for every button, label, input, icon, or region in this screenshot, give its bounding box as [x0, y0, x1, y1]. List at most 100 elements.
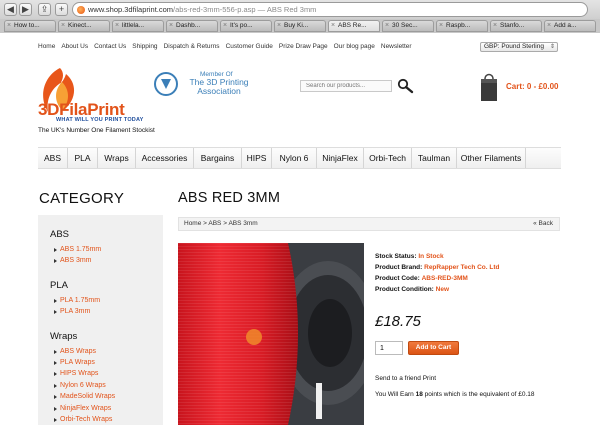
- browser-tab[interactable]: × Buy Ki...: [274, 20, 326, 32]
- sidebar-group-heading[interactable]: PLA: [50, 280, 68, 291]
- browser-tab-label: Buy Ki...: [284, 22, 309, 29]
- sidebar-link[interactable]: ABS 3mm: [54, 257, 92, 264]
- sidebar-group-heading[interactable]: ABS: [50, 229, 69, 240]
- close-tab-icon[interactable]: ×: [493, 21, 497, 31]
- browser-tab-label: It's po...: [230, 22, 253, 29]
- nav-item[interactable]: Nylon 6: [272, 148, 317, 168]
- browser-tab[interactable]: × littlela...: [112, 20, 164, 32]
- nav-item[interactable]: HIPS: [242, 148, 272, 168]
- browser-tab[interactable]: × 30 Sec...: [382, 20, 434, 32]
- browser-tab[interactable]: × Raspb...: [436, 20, 488, 32]
- browser-tab[interactable]: × How to...: [4, 20, 56, 32]
- sidebar-link[interactable]: ABS 1.75mm: [53, 246, 101, 253]
- site-favicon-icon: [77, 6, 85, 14]
- nav-item[interactable]: Other Filaments: [457, 148, 526, 168]
- top-link[interactable]: Customer Guide: [226, 43, 273, 50]
- browser-tab[interactable]: × Stanfo...: [490, 20, 542, 32]
- sidebar-link[interactable]: PLA Wraps: [54, 359, 95, 366]
- nav-item[interactable]: NinjaFlex: [317, 148, 364, 168]
- url-path: /abs-red-3mm-556-p.asp — ABS Red 3mm: [173, 5, 317, 14]
- nav-item[interactable]: Bargains: [194, 148, 242, 168]
- sidebar-group-heading[interactable]: Wraps: [50, 331, 77, 342]
- back-link[interactable]: « Back: [533, 220, 553, 227]
- browser-tab[interactable]: × ABS Re...: [328, 20, 380, 32]
- browser-tab-label: How to...: [14, 22, 40, 29]
- association-name: The 3D Printing Association: [189, 77, 249, 96]
- send-to-friend-link[interactable]: Send to a friend: [375, 375, 421, 382]
- sidebar-link[interactable]: PLA 1.75mm: [53, 297, 100, 304]
- add-to-cart-button[interactable]: Add to Cart: [408, 341, 459, 355]
- sidebar-link[interactable]: HIPS Wraps: [53, 370, 98, 377]
- sidebar-link[interactable]: NinjaFlex Wraps: [53, 405, 111, 412]
- search-icon[interactable]: [396, 78, 414, 94]
- currency-value: GBP: Pound Sterling: [484, 43, 544, 50]
- browser-tab[interactable]: × It's po...: [220, 20, 272, 32]
- main-navigation: ABS PLA Wraps Accessories Bargains HIPS Nylon …: [38, 147, 561, 169]
- search-input[interactable]: [300, 80, 392, 92]
- share-button[interactable]: ⇪: [38, 3, 51, 16]
- product-title: ABS RED 3MM: [178, 190, 281, 206]
- close-tab-icon[interactable]: ×: [439, 21, 443, 31]
- sidebar-link[interactable]: Nylon 6 Wraps: [54, 382, 106, 389]
- nav-item[interactable]: Orbi-Tech: [364, 148, 412, 168]
- close-tab-icon[interactable]: ×: [115, 21, 119, 31]
- close-tab-icon[interactable]: ×: [331, 21, 335, 31]
- nav-item[interactable]: PLA: [68, 148, 98, 168]
- share-links: Send to a friend Print: [375, 375, 436, 382]
- forward-button[interactable]: ▶: [19, 3, 32, 16]
- product-photo[interactable]: [178, 243, 364, 425]
- sidebar-link[interactable]: ABS Wraps: [53, 348, 96, 355]
- nav-item[interactable]: ABS: [38, 148, 68, 168]
- sidebar-link[interactable]: PLA 3mm: [53, 308, 90, 315]
- browser-tab-strip: × How to... × Kinect... × littlela... × Dashb..…: [0, 19, 600, 33]
- site-logo-tagline: WHAT WILL YOU PRINT TODAY: [56, 117, 144, 123]
- breadcrumb[interactable]: Home > ABS > ABS 3mm: [184, 220, 258, 227]
- top-link[interactable]: Prize Draw Page: [279, 43, 328, 50]
- close-tab-icon[interactable]: ×: [61, 21, 65, 31]
- product-brand: Product Brand: RepRapper Tech Co. Ltd: [375, 264, 500, 271]
- close-tab-icon[interactable]: ×: [223, 21, 227, 31]
- browser-tab-label: Dashb...: [176, 22, 201, 29]
- cart-summary[interactable]: Cart: 0 - £0.00: [506, 82, 558, 91]
- close-tab-icon[interactable]: ×: [169, 21, 173, 31]
- close-tab-icon[interactable]: ×: [7, 21, 11, 31]
- site-tagline: The UK's Number One Filament Stockist: [38, 127, 155, 134]
- address-bar[interactable]: www.shop.3dfilaprint.com/abs-red-3mm-556…: [72, 2, 588, 17]
- browser-tab-label: ABS Re...: [338, 22, 367, 29]
- sidebar-link[interactable]: MadeSolid Wraps: [53, 393, 115, 400]
- top-link[interactable]: Contact Us: [94, 43, 126, 50]
- top-link[interactable]: Home: [38, 43, 55, 50]
- browser-tab[interactable]: × Dashb...: [166, 20, 218, 32]
- back-button[interactable]: ◀: [4, 3, 17, 16]
- browser-tab[interactable]: × Kinect...: [58, 20, 110, 32]
- close-tab-icon[interactable]: ×: [277, 21, 281, 31]
- top-link[interactable]: Our blog page: [334, 43, 375, 50]
- browser-tab[interactable]: × Add a...: [544, 20, 596, 32]
- top-link[interactable]: About Us: [61, 43, 88, 50]
- top-link[interactable]: Shipping: [132, 43, 157, 50]
- sidebar-link[interactable]: Orbi-Tech Wraps: [53, 416, 112, 423]
- shopping-bag-icon[interactable]: [478, 71, 500, 103]
- quantity-input[interactable]: [375, 341, 403, 355]
- close-tab-icon[interactable]: ×: [547, 21, 551, 31]
- browser-tab-label: Raspb...: [446, 22, 471, 29]
- browser-chrome: ◀ ▶ ⇪ + www.shop.3dfilaprint.com/abs-red…: [0, 0, 600, 33]
- nav-item[interactable]: Wraps: [98, 148, 136, 168]
- url-host: www.shop.3dfilaprint.com: [88, 5, 174, 14]
- browser-tab-label: Kinect...: [68, 22, 92, 29]
- nav-item[interactable]: Accessories: [136, 148, 194, 168]
- browser-tab-label: Add a...: [554, 22, 577, 29]
- top-links: Home About Us Contact Us Shipping Dispatch &…: [38, 43, 418, 50]
- category-title: CATEGORY: [39, 190, 125, 207]
- print-link[interactable]: Print: [423, 375, 436, 382]
- currency-select[interactable]: GBP: Pound Sterling ⇕: [480, 42, 558, 52]
- category-sidebar: ABS ABS 1.75mm ABS 3mm PLA PLA 1.75mm PLA 3mm…: [38, 215, 163, 425]
- top-link[interactable]: Newsletter: [381, 43, 412, 50]
- top-link[interactable]: Dispatch & Returns: [164, 43, 220, 50]
- reward-points-count: 18: [415, 391, 423, 398]
- printing-association-logo-icon: [154, 72, 178, 96]
- nav-item[interactable]: Taulman: [412, 148, 457, 168]
- browser-tab-label: littlela...: [122, 22, 145, 29]
- close-tab-icon[interactable]: ×: [385, 21, 389, 31]
- new-tab-button[interactable]: +: [55, 3, 68, 16]
